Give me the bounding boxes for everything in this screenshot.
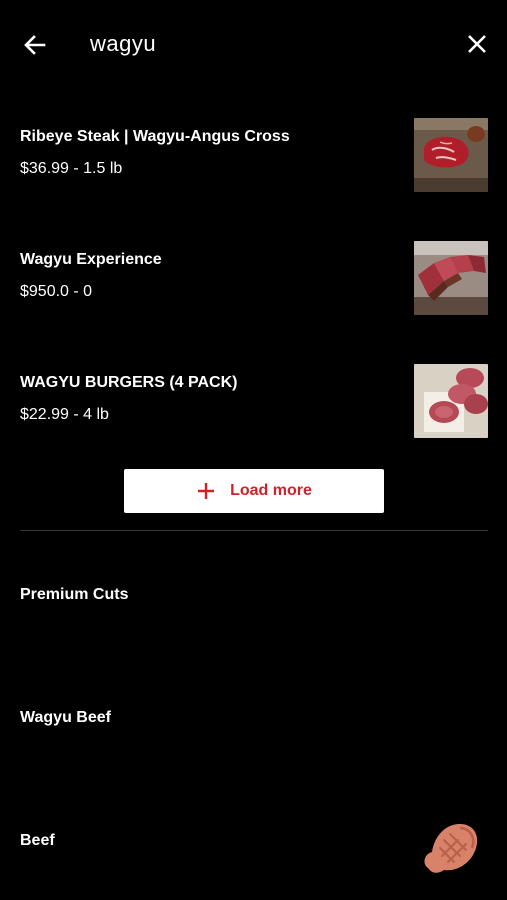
product-result-item[interactable]: Wagyu Experience $950.0 - 0: [0, 241, 507, 341]
load-more-button[interactable]: Load more: [124, 469, 384, 513]
arrow-left-icon: [24, 35, 46, 55]
product-name: Wagyu Experience: [20, 251, 162, 268]
steak-icon: [424, 824, 478, 873]
close-icon: [468, 35, 486, 53]
product-price: $36.99 - 1.5 lb: [20, 160, 123, 177]
ribeye-steak-image: [414, 118, 488, 192]
category-item-premium-cuts[interactable]: Premium Cuts: [0, 566, 507, 626]
search-header: [0, 0, 507, 90]
product-result-item[interactable]: Ribeye Steak | Wagyu-Angus Cross $36.99 …: [0, 118, 507, 218]
product-price: $950.0 - 0: [20, 283, 93, 300]
plus-icon: [198, 483, 215, 499]
product-result-item[interactable]: WAGYU BURGERS (4 PACK) $22.99 - 4 lb: [0, 364, 507, 464]
category-label: Premium Cuts: [20, 586, 129, 603]
product-name: WAGYU BURGERS (4 PACK): [20, 374, 238, 391]
search-results-screen: Ribeye Steak | Wagyu-Angus Cross $36.99 …: [0, 0, 507, 900]
category-item-wagyu-beef[interactable]: Wagyu Beef: [0, 689, 507, 749]
steak-fab-button[interactable]: [420, 818, 482, 880]
sliced-wagyu-image: [414, 241, 488, 315]
category-label: Beef: [20, 832, 55, 849]
burger-patties-image: [414, 364, 488, 438]
product-price: $22.99 - 4 lb: [20, 406, 109, 423]
back-button[interactable]: [20, 30, 50, 60]
category-label: Wagyu Beef: [20, 709, 111, 726]
search-input[interactable]: [90, 28, 430, 60]
section-divider: [20, 530, 488, 531]
product-name: Ribeye Steak | Wagyu-Angus Cross: [20, 128, 290, 145]
load-more-label: Load more: [230, 482, 312, 499]
clear-search-button[interactable]: [462, 29, 492, 59]
